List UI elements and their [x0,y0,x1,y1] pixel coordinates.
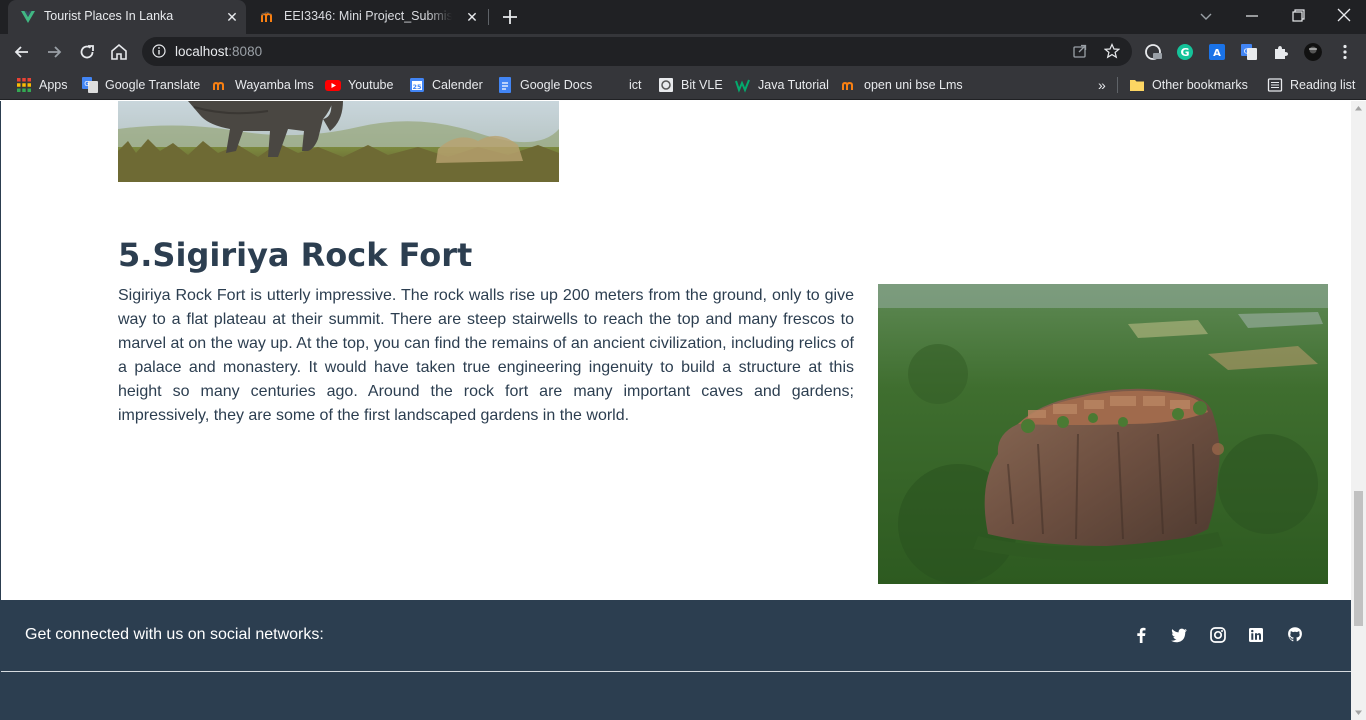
elephant-photo [118,101,559,182]
bookmark-youtube[interactable]: Youtube [325,76,393,94]
svg-text:G: G [1180,46,1189,59]
bookmark-apps[interactable]: Apps [16,76,68,94]
profile-avatar-icon[interactable] [1304,43,1322,61]
bookmark-label: Calender [432,78,483,92]
apps-grid-icon [17,78,31,92]
linkedin-icon[interactable] [1247,626,1265,644]
bookmark-google-translate[interactable]: G Google Translate [82,76,200,94]
translate-extension-icon[interactable]: A [1208,43,1226,61]
bookmark-label: open uni bse Lms [864,78,963,92]
bookmark-open-uni-bse-lms[interactable]: open uni bse Lms [841,76,963,94]
bookmark-calender[interactable]: 25 Calender [409,76,483,94]
bookmark-label: Apps [39,78,68,92]
url-text: localhost:8080 [175,44,263,59]
site-footer: Get connected with us on social networks… [1,600,1351,720]
close-window-icon[interactable] [1332,6,1356,26]
section-heading: 5.Sigiriya Rock Fort [118,236,473,274]
grammarly-icon[interactable]: G [1176,43,1194,61]
bookmark-label: Youtube [348,78,394,92]
twitter-icon[interactable] [1170,626,1188,644]
bookmarks-divider [1117,77,1118,93]
tab-title: Tourist Places In Lanka [44,9,174,23]
section-description: Sigiriya Rock Fort is utterly impressive… [118,287,854,424]
moodle-logo-icon [842,81,853,90]
more-menu-icon[interactable] [1336,43,1354,61]
extension-icon[interactable] [1144,43,1162,61]
bookmark-label: Google Translate [105,78,201,92]
bookmark-java-tutorial[interactable]: Java Tutorial [735,76,829,94]
svg-text:A: A [1213,48,1221,59]
folder-icon [1130,80,1144,91]
tab-mini-project[interactable]: EEI3346: Mini Project_Submission ✕ [248,0,486,34]
svg-text:25: 25 [412,83,422,91]
youtube-icon [325,80,341,91]
browser-toolbar: localhost:8080 G A G [0,34,1366,70]
instagram-icon[interactable] [1209,626,1227,644]
facebook-icon[interactable] [1132,626,1150,644]
tab-tourist-places[interactable]: Tourist Places In Lanka ✕ [8,0,246,34]
reading-list-button[interactable]: Reading list [1267,76,1355,94]
scroll-up-icon[interactable] [1351,101,1366,116]
svg-text:G: G [84,80,89,88]
bookmark-label: Google Docs [520,78,593,92]
home-icon[interactable] [109,42,129,62]
bit-vle-icon [659,78,673,92]
footer-divider [1,671,1351,672]
reading-list-icon [1267,78,1283,92]
reload-icon[interactable] [77,42,97,62]
vue-logo-icon [21,11,35,23]
bookmark-label: Bit VLE [681,78,723,92]
tab-divider [488,9,489,25]
moodle-logo-icon [260,11,272,22]
address-bar[interactable]: localhost:8080 [142,37,1132,66]
scrollbar-thumb[interactable] [1354,491,1363,626]
tab-search-icon[interactable] [1194,6,1218,26]
google-translate-icon: G [82,77,98,93]
bookmark-wayamba-lms[interactable]: Wayamba lms [212,76,314,94]
restore-icon[interactable] [1286,6,1310,26]
other-bookmarks-button[interactable]: Other bookmarks [1129,76,1248,94]
footer-social-text: Get connected with us on social networks… [25,626,324,643]
bookmark-bit-vle[interactable]: Bit VLE [658,76,723,94]
back-icon[interactable] [12,42,32,62]
close-tab-icon[interactable]: ✕ [224,9,240,25]
bookmarks-overflow-button[interactable]: » [1098,76,1106,94]
bookmark-label: ict [629,78,642,92]
site-info-icon[interactable] [152,44,166,58]
calendar-icon: 25 [410,78,424,92]
new-tab-icon[interactable] [500,7,520,27]
page-content: 5.Sigiriya Rock Fort Sigiriya Rock Fort … [0,101,1351,720]
sigiriya-rock-photo [878,284,1328,584]
svg-text:G: G [1244,48,1249,56]
page-scrollbar[interactable] [1351,101,1366,720]
bookmark-label: Wayamba lms [235,78,314,92]
share-icon[interactable] [1072,43,1088,59]
minimize-icon[interactable] [1240,6,1264,26]
bookmark-label: Java Tutorial [758,78,829,92]
bookmark-google-docs[interactable]: Google Docs [497,76,592,94]
bookmarks-bar: Apps G Google Translate Wayamba lms Yout… [0,70,1366,100]
moodle-logo-icon [213,81,224,90]
close-tab-icon[interactable]: ✕ [464,9,480,25]
w3schools-icon [735,79,750,93]
bookmark-star-icon[interactable] [1104,43,1120,59]
bookmark-ict[interactable]: ict [629,76,642,94]
scroll-down-icon[interactable] [1351,705,1366,720]
tab-title: EEI3346: Mini Project_Submission [284,9,452,23]
google-translate-extension-icon[interactable]: G [1240,43,1258,61]
puzzle-extensions-icon[interactable] [1272,43,1290,61]
github-icon[interactable] [1286,626,1304,644]
google-docs-icon [499,77,511,93]
forward-icon[interactable] [44,42,64,62]
browser-tab-strip: Tourist Places In Lanka ✕ EEI3346: Mini … [0,0,1366,34]
